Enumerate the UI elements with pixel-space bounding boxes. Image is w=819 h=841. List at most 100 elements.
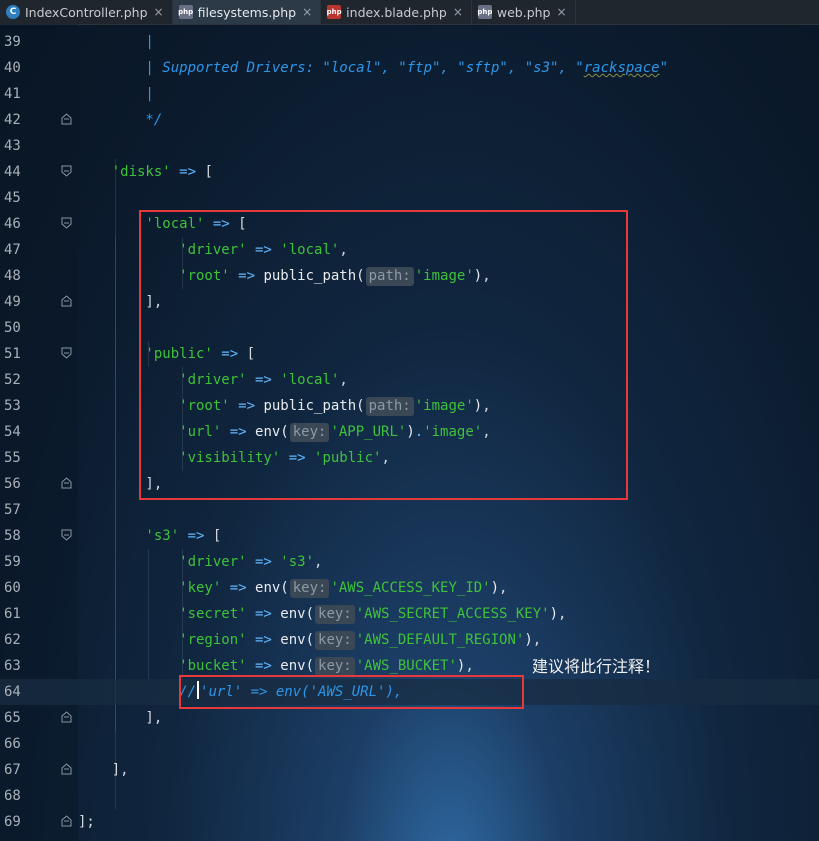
- line-number: 47: [4, 242, 21, 258]
- code-token: ,: [465, 658, 474, 674]
- code-line[interactable]: 62 'region' => env(key: 'AWS_DEFAULT_REGI…: [0, 627, 819, 653]
- fold-open-icon[interactable]: [61, 165, 72, 177]
- tab-label: index.blade.php: [346, 4, 447, 20]
- code-line[interactable]: 58 's3' => [: [0, 523, 819, 549]
- line-number: 51: [4, 346, 21, 362]
- tab-web-php[interactable]: php web.php ×: [472, 0, 576, 24]
- code-token: env(: [280, 606, 315, 622]
- code-token: 's3': [280, 554, 315, 570]
- tab-label: filesystems.php: [197, 4, 297, 20]
- code-token: [: [204, 164, 213, 180]
- code-token: 'secret': [78, 606, 247, 622]
- code-line[interactable]: 67 ],: [0, 757, 819, 783]
- line-number: 56: [4, 476, 21, 492]
- line-number: 67: [4, 762, 21, 778]
- code-token: ): [549, 606, 559, 622]
- line-number: 45: [4, 190, 21, 206]
- code-text: 'driver' => 's3',: [78, 549, 322, 575]
- line-number: 40: [4, 60, 21, 76]
- code-token: | Supported Drivers: "local", "ftp", "sf…: [78, 60, 584, 76]
- tab-index-blade-php[interactable]: php index.blade.php ×: [321, 0, 472, 24]
- tab-label: IndexController.php: [25, 4, 148, 20]
- line-number: 57: [4, 502, 21, 518]
- code-token: =>: [246, 658, 281, 674]
- code-token: env(: [255, 580, 289, 596]
- line-number: 55: [4, 450, 21, 466]
- code-line[interactable]: 40 | Supported Drivers: "local", "ftp", …: [0, 55, 819, 81]
- line-number: 59: [4, 554, 21, 570]
- code-token: 's3': [78, 528, 180, 544]
- line-number: 49: [4, 294, 21, 310]
- line-number: 63: [4, 658, 21, 674]
- code-line[interactable]: 60 'key' => env(key: 'AWS_ACCESS_KEY_ID')…: [0, 575, 819, 601]
- editor-tab-bar: C IndexController.php × php filesystems.php ×…: [0, 0, 819, 25]
- code-token: ): [490, 580, 500, 596]
- line-number: 52: [4, 372, 21, 388]
- line-number: 39: [4, 34, 21, 50]
- code-token: rackspace: [583, 60, 660, 76]
- code-text: |: [78, 81, 154, 107]
- line-number: 42: [4, 112, 21, 128]
- code-text: |: [78, 29, 153, 55]
- line-number: 48: [4, 268, 21, 284]
- code-token: */: [78, 112, 163, 128]
- fold-end-icon[interactable]: [61, 711, 72, 723]
- code-line[interactable]: 42 */: [0, 107, 819, 133]
- code-line[interactable]: 66: [0, 731, 819, 757]
- annotation-note: 建议将此行注释！: [532, 657, 661, 676]
- code-line[interactable]: 59 'driver' => 's3',: [0, 549, 819, 575]
- code-token: =>: [221, 580, 256, 596]
- parameter-hint: key:: [315, 631, 355, 650]
- fold-open-icon[interactable]: [61, 347, 72, 359]
- code-line[interactable]: 69];: [0, 809, 819, 835]
- fold-open-icon[interactable]: [61, 217, 72, 229]
- fold-open-icon[interactable]: [61, 529, 72, 541]
- line-number: 54: [4, 424, 21, 440]
- highlight-box-local-public: [139, 210, 628, 500]
- code-token: 'driver': [78, 554, 247, 570]
- code-token: ],: [78, 710, 163, 726]
- close-icon[interactable]: ×: [453, 5, 463, 19]
- code-editor[interactable]: 39 | 40 | Supported Drivers: "local", "ft…: [0, 24, 819, 841]
- fold-end-icon[interactable]: [61, 295, 72, 307]
- blade-file-icon: php: [327, 5, 342, 19]
- code-token: ,: [314, 554, 323, 570]
- code-line[interactable]: 41 |: [0, 81, 819, 107]
- code-token: =>: [179, 528, 213, 544]
- close-icon[interactable]: ×: [557, 5, 567, 19]
- php-file-icon: php: [178, 5, 193, 19]
- fold-end-icon[interactable]: [61, 113, 72, 125]
- parameter-hint: key:: [289, 579, 330, 598]
- code-token: =>: [246, 632, 281, 648]
- code-token: |: [78, 86, 154, 102]
- class-icon: C: [6, 5, 20, 19]
- code-token: ,: [558, 606, 567, 622]
- tab-filesystems-php[interactable]: php filesystems.php ×: [172, 0, 322, 24]
- fold-end-icon[interactable]: [61, 815, 72, 827]
- code-line[interactable]: 45: [0, 185, 819, 211]
- fold-end-icon[interactable]: [61, 763, 72, 775]
- code-text: ],: [78, 757, 129, 783]
- code-token: 'disks': [78, 164, 171, 180]
- line-number: 43: [4, 138, 21, 154]
- code-line[interactable]: 61 'secret' => env(key: 'AWS_SECRET_ACCES…: [0, 601, 819, 627]
- code-line[interactable]: 57: [0, 497, 819, 523]
- code-line[interactable]: 39 |: [0, 29, 819, 55]
- code-token: 'AWS_BUCKET': [355, 658, 457, 674]
- close-icon[interactable]: ×: [154, 5, 164, 19]
- code-line[interactable]: 44 'disks' => [: [0, 159, 819, 185]
- tab-label: web.php: [496, 4, 551, 20]
- code-line[interactable]: 68: [0, 783, 819, 809]
- code-line[interactable]: 43: [0, 133, 819, 159]
- fold-end-icon[interactable]: [61, 477, 72, 489]
- line-number: 64: [4, 684, 21, 700]
- code-token: 'region': [78, 632, 247, 648]
- line-number: 58: [4, 528, 21, 544]
- parameter-hint: key:: [315, 605, 355, 624]
- line-number: 46: [4, 216, 21, 232]
- code-text: */: [78, 107, 162, 133]
- code-text: 'region' => env(key: 'AWS_DEFAULT_REGION'…: [78, 627, 541, 653]
- tab-indexcontroller-php[interactable]: C IndexController.php ×: [0, 0, 173, 24]
- code-token: ,: [499, 580, 508, 596]
- close-icon[interactable]: ×: [302, 5, 312, 19]
